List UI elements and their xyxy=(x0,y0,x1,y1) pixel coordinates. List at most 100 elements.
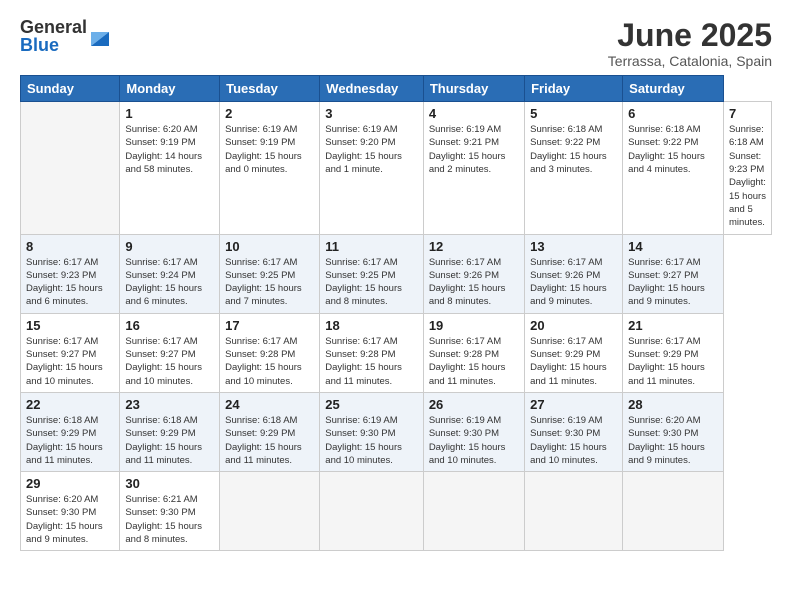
calendar-cell: 25 Sunrise: 6:19 AMSunset: 9:30 PMDayligh… xyxy=(320,392,424,471)
day-info: Sunrise: 6:17 AMSunset: 9:29 PMDaylight:… xyxy=(628,335,718,388)
day-number: 18 xyxy=(325,318,418,333)
calendar-cell: 23Sunrise: 6:18 AMSunset: 9:29 PMDayligh… xyxy=(120,392,220,471)
day-info: Sunrise: 6:17 AMSunset: 9:25 PMDaylight:… xyxy=(325,256,418,309)
day-number: 12 xyxy=(429,239,519,254)
calendar-week-1: 1 Sunrise: 6:20 AMSunset: 9:19 PMDaylight… xyxy=(21,102,772,234)
day-info: Sunrise: 6:17 AMSunset: 9:26 PMDaylight:… xyxy=(530,256,617,309)
calendar-cell: 29 Sunrise: 6:20 AMSunset: 9:30 PMDayligh… xyxy=(21,472,120,551)
day-info: Sunrise: 6:19 AMSunset: 9:19 PMDaylight:… xyxy=(225,123,314,176)
day-info: Sunrise: 6:18 AMSunset: 9:29 PMDaylight:… xyxy=(225,414,314,467)
calendar-cell: 21Sunrise: 6:17 AMSunset: 9:29 PMDayligh… xyxy=(623,313,724,392)
day-info: Sunrise: 6:19 AMSunset: 9:20 PMDaylight:… xyxy=(325,123,418,176)
calendar-cell: 28 Sunrise: 6:20 AMSunset: 9:30 PMDayligh… xyxy=(623,392,724,471)
header-saturday: Saturday xyxy=(623,76,724,102)
calendar-cell: 27 Sunrise: 6:19 AMSunset: 9:30 PMDayligh… xyxy=(525,392,623,471)
calendar-cell: 1 Sunrise: 6:20 AMSunset: 9:19 PMDaylight… xyxy=(120,102,220,234)
day-number: 3 xyxy=(325,106,418,121)
calendar-cell: 19 Sunrise: 6:17 AMSunset: 9:28 PMDayligh… xyxy=(423,313,524,392)
day-info: Sunrise: 6:17 AMSunset: 9:27 PMDaylight:… xyxy=(26,335,114,388)
calendar-cell: 20Sunrise: 6:17 AMSunset: 9:29 PMDayligh… xyxy=(525,313,623,392)
day-info: Sunrise: 6:17 AMSunset: 9:26 PMDaylight:… xyxy=(429,256,519,309)
calendar-cell: 16 Sunrise: 6:17 AMSunset: 9:27 PMDayligh… xyxy=(120,313,220,392)
calendar-header: Sunday Monday Tuesday Wednesday Thursday… xyxy=(21,76,772,102)
day-number: 27 xyxy=(530,397,617,412)
day-number: 17 xyxy=(225,318,314,333)
day-info: Sunrise: 6:17 AMSunset: 9:29 PMDaylight:… xyxy=(530,335,617,388)
calendar-cell: 17 Sunrise: 6:17 AMSunset: 9:28 PMDayligh… xyxy=(220,313,320,392)
subtitle: Terrassa, Catalonia, Spain xyxy=(608,53,772,69)
day-number: 19 xyxy=(429,318,519,333)
day-number: 15 xyxy=(26,318,114,333)
day-info: Sunrise: 6:20 AMSunset: 9:19 PMDaylight:… xyxy=(125,123,214,176)
day-info: Sunrise: 6:17 AMSunset: 9:24 PMDaylight:… xyxy=(125,256,214,309)
day-number: 24 xyxy=(225,397,314,412)
header-wednesday: Wednesday xyxy=(320,76,424,102)
day-number: 8 xyxy=(26,239,114,254)
header-thursday: Thursday xyxy=(423,76,524,102)
main-title: June 2025 xyxy=(608,18,772,53)
day-number: 6 xyxy=(628,106,718,121)
calendar-body: 1 Sunrise: 6:20 AMSunset: 9:19 PMDaylight… xyxy=(21,102,772,551)
calendar-table: Sunday Monday Tuesday Wednesday Thursday… xyxy=(20,75,772,551)
day-number: 13 xyxy=(530,239,617,254)
calendar-cell: 2 Sunrise: 6:19 AMSunset: 9:19 PMDaylight… xyxy=(220,102,320,234)
day-info: Sunrise: 6:19 AMSunset: 9:30 PMDaylight:… xyxy=(530,414,617,467)
calendar-cell: 30 Sunrise: 6:21 AMSunset: 9:30 PMDayligh… xyxy=(120,472,220,551)
header-friday: Friday xyxy=(525,76,623,102)
logo-icon xyxy=(91,24,109,46)
calendar-cell: 5 Sunrise: 6:18 AMSunset: 9:22 PMDaylight… xyxy=(525,102,623,234)
calendar-cell: 12 Sunrise: 6:17 AMSunset: 9:26 PMDayligh… xyxy=(423,234,524,313)
logo-general: General xyxy=(20,18,87,36)
day-number: 26 xyxy=(429,397,519,412)
calendar-cell xyxy=(423,472,524,551)
calendar-cell: 26 Sunrise: 6:19 AMSunset: 9:30 PMDayligh… xyxy=(423,392,524,471)
page: General Blue June 2025 Terrassa, Catalon… xyxy=(0,0,792,612)
calendar-cell: 9 Sunrise: 6:17 AMSunset: 9:24 PMDaylight… xyxy=(120,234,220,313)
day-info: Sunrise: 6:21 AMSunset: 9:30 PMDaylight:… xyxy=(125,493,214,546)
header-sunday: Sunday xyxy=(21,76,120,102)
day-number: 25 xyxy=(325,397,418,412)
day-number: 14 xyxy=(628,239,718,254)
calendar-cell: 18 Sunrise: 6:17 AMSunset: 9:28 PMDayligh… xyxy=(320,313,424,392)
calendar-cell xyxy=(320,472,424,551)
day-info: Sunrise: 6:17 AMSunset: 9:23 PMDaylight:… xyxy=(26,256,114,309)
logo: General Blue xyxy=(20,18,109,54)
calendar-cell: 15 Sunrise: 6:17 AMSunset: 9:27 PMDayligh… xyxy=(21,313,120,392)
day-number: 30 xyxy=(125,476,214,491)
day-number: 9 xyxy=(125,239,214,254)
day-number: 29 xyxy=(26,476,114,491)
day-info: Sunrise: 6:19 AMSunset: 9:30 PMDaylight:… xyxy=(325,414,418,467)
day-info: Sunrise: 6:20 AMSunset: 9:30 PMDaylight:… xyxy=(26,493,114,546)
calendar-cell: 14Sunrise: 6:17 AMSunset: 9:27 PMDayligh… xyxy=(623,234,724,313)
day-info: Sunrise: 6:17 AMSunset: 9:28 PMDaylight:… xyxy=(325,335,418,388)
calendar-cell xyxy=(220,472,320,551)
day-info: Sunrise: 6:18 AMSunset: 9:22 PMDaylight:… xyxy=(530,123,617,176)
day-info: Sunrise: 6:18 AMSunset: 9:23 PMDaylight:… xyxy=(729,123,766,229)
day-info: Sunrise: 6:17 AMSunset: 9:28 PMDaylight:… xyxy=(225,335,314,388)
day-info: Sunrise: 6:19 AMSunset: 9:30 PMDaylight:… xyxy=(429,414,519,467)
day-number: 2 xyxy=(225,106,314,121)
calendar-week-3: 15 Sunrise: 6:17 AMSunset: 9:27 PMDayligh… xyxy=(21,313,772,392)
header-monday: Monday xyxy=(120,76,220,102)
calendar-week-5: 29 Sunrise: 6:20 AMSunset: 9:30 PMDayligh… xyxy=(21,472,772,551)
day-info: Sunrise: 6:17 AMSunset: 9:27 PMDaylight:… xyxy=(125,335,214,388)
calendar-cell: 11Sunrise: 6:17 AMSunset: 9:25 PMDayligh… xyxy=(320,234,424,313)
day-info: Sunrise: 6:17 AMSunset: 9:28 PMDaylight:… xyxy=(429,335,519,388)
day-info: Sunrise: 6:19 AMSunset: 9:21 PMDaylight:… xyxy=(429,123,519,176)
day-info: Sunrise: 6:18 AMSunset: 9:29 PMDaylight:… xyxy=(125,414,214,467)
calendar-cell xyxy=(525,472,623,551)
day-number: 1 xyxy=(125,106,214,121)
calendar-week-2: 8 Sunrise: 6:17 AMSunset: 9:23 PMDaylight… xyxy=(21,234,772,313)
day-number: 22 xyxy=(26,397,114,412)
calendar-cell: 8 Sunrise: 6:17 AMSunset: 9:23 PMDaylight… xyxy=(21,234,120,313)
header-tuesday: Tuesday xyxy=(220,76,320,102)
day-number: 5 xyxy=(530,106,617,121)
calendar-cell: 3 Sunrise: 6:19 AMSunset: 9:20 PMDaylight… xyxy=(320,102,424,234)
day-number: 16 xyxy=(125,318,214,333)
header: General Blue June 2025 Terrassa, Catalon… xyxy=(20,18,772,69)
calendar-cell: 10Sunrise: 6:17 AMSunset: 9:25 PMDayligh… xyxy=(220,234,320,313)
calendar-cell: 22Sunrise: 6:18 AMSunset: 9:29 PMDayligh… xyxy=(21,392,120,471)
day-info: Sunrise: 6:17 AMSunset: 9:25 PMDaylight:… xyxy=(225,256,314,309)
day-info: Sunrise: 6:20 AMSunset: 9:30 PMDaylight:… xyxy=(628,414,718,467)
day-number: 28 xyxy=(628,397,718,412)
